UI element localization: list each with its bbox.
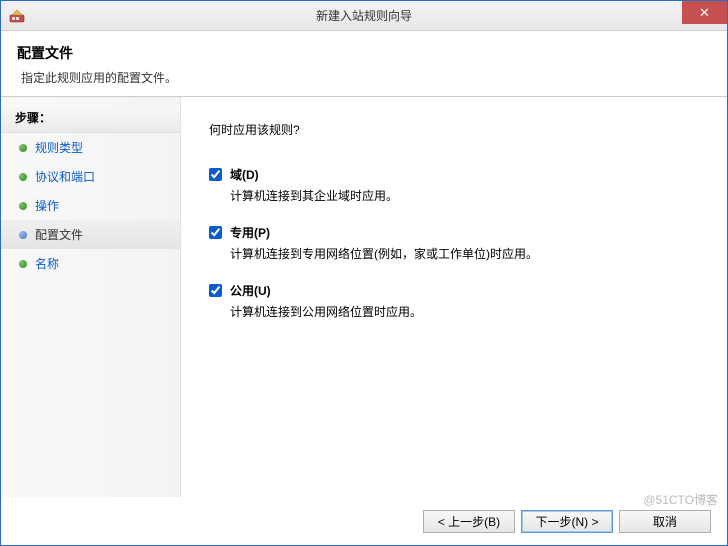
bullet-icon — [19, 173, 27, 181]
step-label: 名称 — [35, 255, 59, 272]
option-label: 专用(P) — [230, 224, 270, 241]
step-name[interactable]: 名称 — [1, 249, 180, 278]
step-label: 配置文件 — [35, 226, 83, 243]
steps-heading: 步骤： — [1, 105, 180, 133]
step-protocol-ports[interactable]: 协议和端口 — [1, 162, 180, 191]
step-label: 规则类型 — [35, 139, 83, 156]
bullet-icon — [19, 202, 27, 210]
bullet-icon — [19, 231, 27, 239]
option-desc: 计算机连接到公用网络位置时应用。 — [230, 303, 699, 320]
wizard-body: 步骤： 规则类型 协议和端口 操作 配置文件 名称 何 — [1, 97, 727, 497]
page-title: 配置文件 — [17, 43, 711, 63]
bullet-icon — [19, 144, 27, 152]
option-row[interactable]: 公用(U) — [209, 282, 699, 299]
step-label: 操作 — [35, 197, 59, 214]
step-profile[interactable]: 配置文件 — [1, 220, 180, 249]
window-title: 新建入站规则向导 — [316, 7, 412, 24]
wizard-header: 配置文件 指定此规则应用的配置文件。 — [1, 31, 727, 97]
wizard-footer: < 上一步(B) 下一步(N) > 取消 — [1, 497, 727, 545]
step-label: 协议和端口 — [35, 168, 95, 185]
page-subtitle: 指定此规则应用的配置文件。 — [21, 69, 711, 86]
option-row[interactable]: 域(D) — [209, 166, 699, 183]
option-desc: 计算机连接到专用网络位置(例如，家或工作单位)时应用。 — [230, 245, 699, 262]
main-panel: 何时应用该规则? 域(D) 计算机连接到其企业域时应用。 专用(P) 计算机连接… — [181, 97, 727, 497]
step-action[interactable]: 操作 — [1, 191, 180, 220]
option-row[interactable]: 专用(P) — [209, 224, 699, 241]
steps-sidebar: 步骤： 规则类型 协议和端口 操作 配置文件 名称 — [1, 97, 181, 497]
close-button[interactable]: ✕ — [682, 1, 727, 24]
bullet-icon — [19, 260, 27, 268]
option-domain: 域(D) 计算机连接到其企业域时应用。 — [209, 166, 699, 204]
app-icon — [9, 8, 25, 24]
checkbox-domain[interactable] — [209, 168, 222, 181]
cancel-button[interactable]: 取消 — [619, 510, 711, 533]
option-public: 公用(U) 计算机连接到公用网络位置时应用。 — [209, 282, 699, 320]
option-label: 公用(U) — [230, 282, 271, 299]
step-rule-type[interactable]: 规则类型 — [1, 133, 180, 162]
checkbox-public[interactable] — [209, 284, 222, 297]
back-button[interactable]: < 上一步(B) — [423, 510, 515, 533]
close-icon: ✕ — [699, 5, 710, 21]
option-desc: 计算机连接到其企业域时应用。 — [230, 187, 699, 204]
option-private: 专用(P) 计算机连接到专用网络位置(例如，家或工作单位)时应用。 — [209, 224, 699, 262]
checkbox-private[interactable] — [209, 226, 222, 239]
next-button[interactable]: 下一步(N) > — [521, 510, 613, 533]
option-label: 域(D) — [230, 166, 259, 183]
titlebar: 新建入站规则向导 ✕ — [1, 1, 727, 31]
question-text: 何时应用该规则? — [209, 121, 699, 138]
wizard-window: 新建入站规则向导 ✕ 配置文件 指定此规则应用的配置文件。 步骤： 规则类型 协… — [0, 0, 728, 546]
